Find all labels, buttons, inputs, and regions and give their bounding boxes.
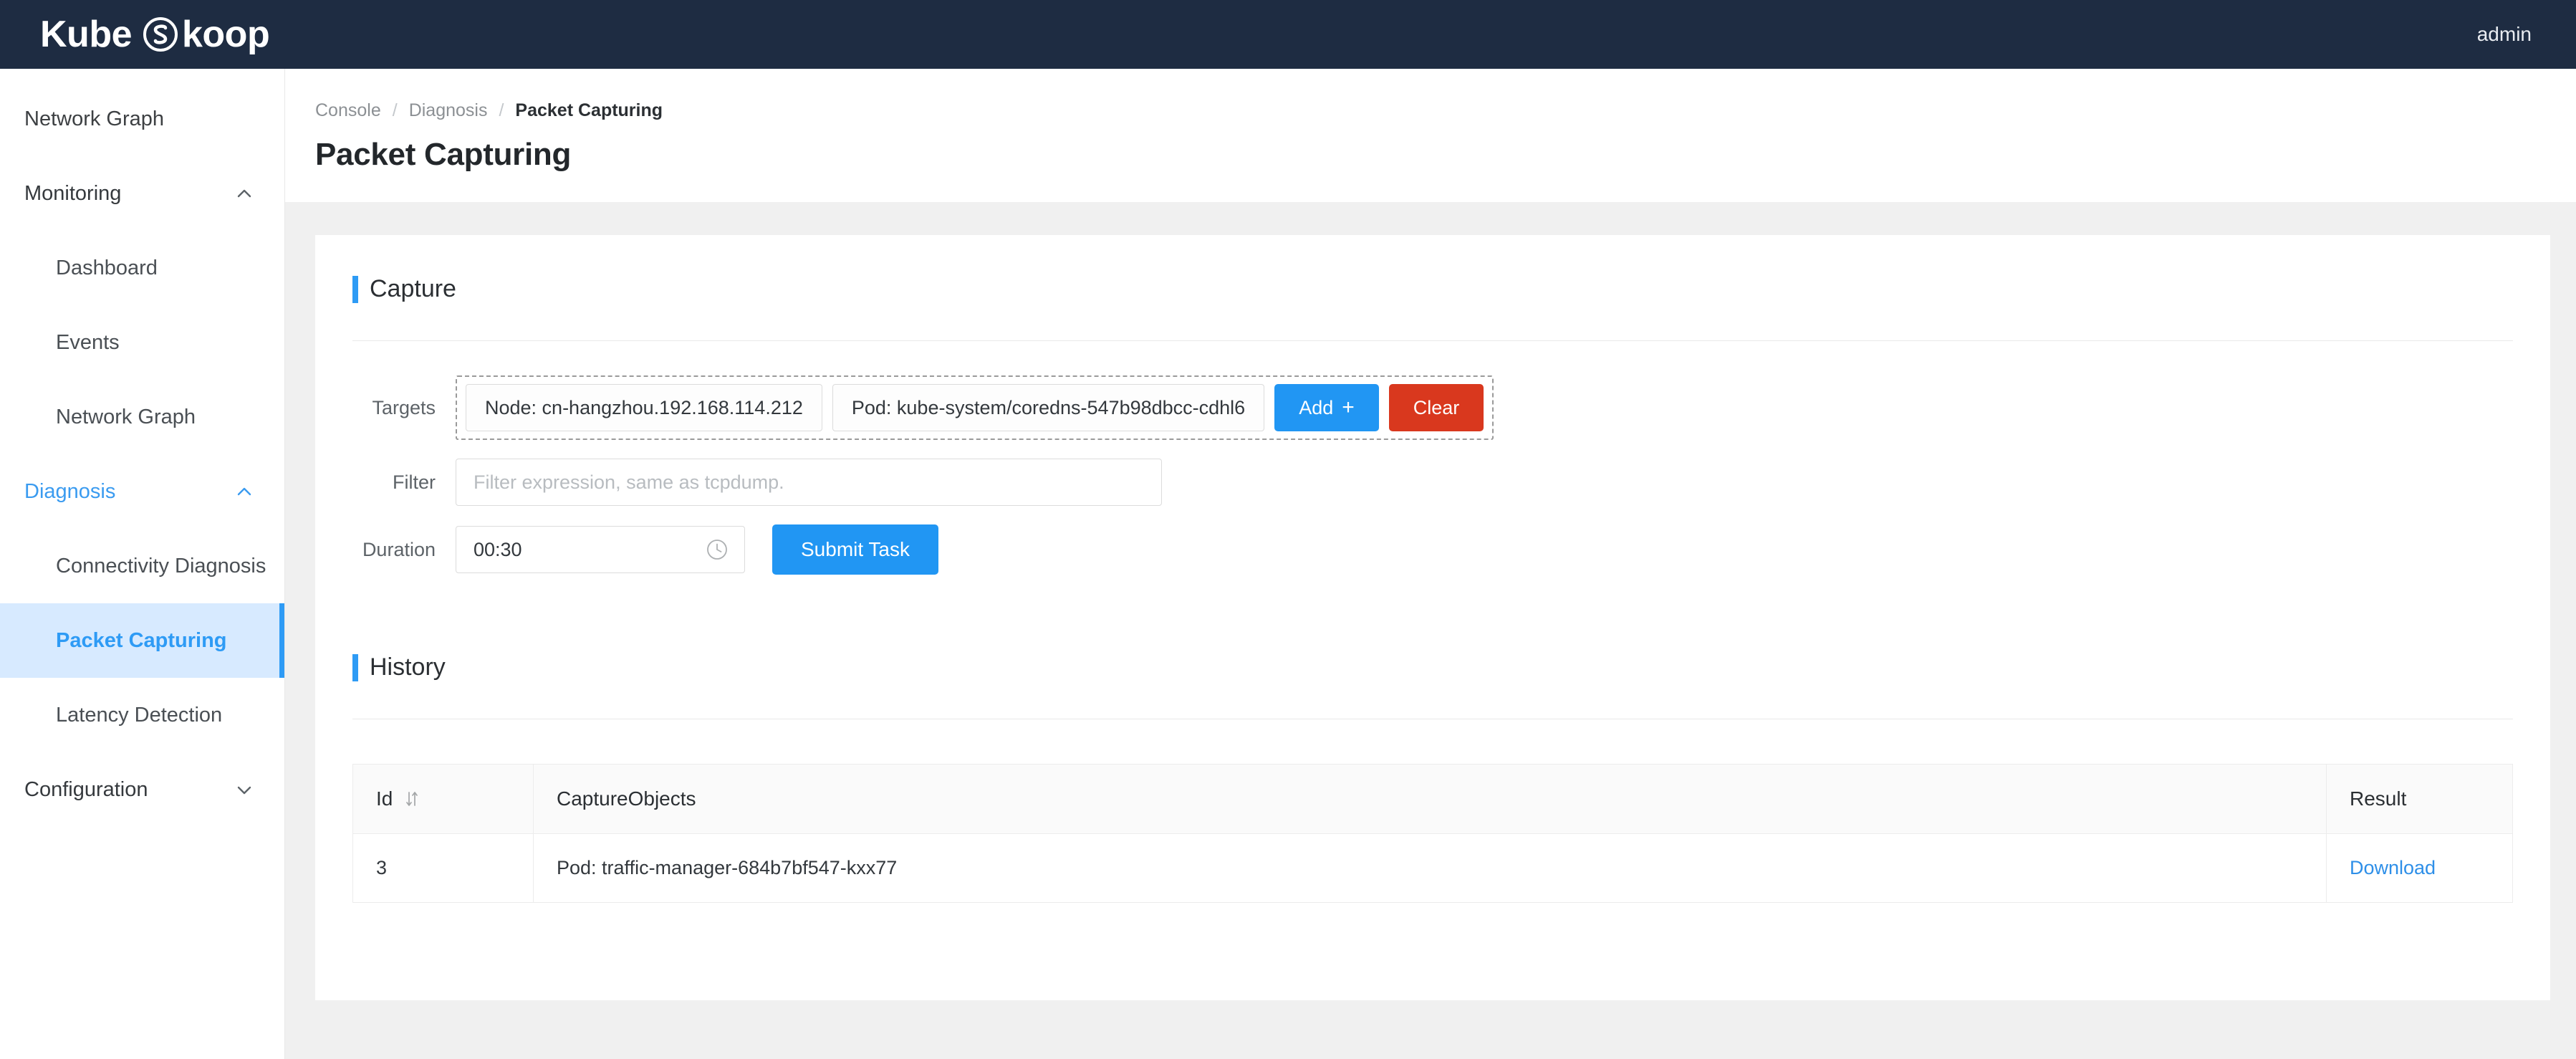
sidebar-item-dashboard[interactable]: Dashboard — [0, 231, 284, 305]
sidebar-item-network-graph[interactable]: Network Graph — [0, 82, 284, 156]
capture-section-title: Capture — [370, 275, 456, 303]
chevron-up-icon — [234, 183, 254, 203]
sidebar-item-label: Events — [56, 331, 120, 355]
sidebar-item-label: Packet Capturing — [56, 629, 227, 653]
history-table-body: 3 Pod: traffic-manager-684b7bf547-kxx77 … — [353, 834, 2513, 903]
chevron-down-icon — [234, 780, 254, 800]
targets-container[interactable]: Node: cn-hangzhou.192.168.114.212 Pod: k… — [456, 375, 1494, 440]
skoop-s-icon — [142, 16, 179, 53]
cell-id: 3 — [353, 834, 534, 903]
capture-section: Capture Targets Node: cn-hangzhou.192.16… — [315, 235, 2550, 575]
add-button-label: Add — [1299, 397, 1333, 419]
sidebar-item-label: Dashboard — [56, 257, 158, 280]
column-header-id[interactable]: Id — [353, 765, 534, 834]
duration-value: 00:30 — [474, 539, 522, 561]
plus-icon: + — [1342, 397, 1355, 418]
logo-text-left: Kube — [40, 13, 132, 56]
sidebar-group-diagnosis[interactable]: Diagnosis — [0, 454, 284, 529]
sort-updown-icon[interactable] — [404, 790, 420, 808]
add-target-button[interactable]: Add + — [1274, 384, 1379, 431]
user-menu[interactable]: admin — [2477, 23, 2532, 46]
section-accent-bar — [352, 276, 358, 303]
logo-text-right: koop — [182, 13, 269, 56]
filter-row: Filter Filter expression, same as tcpdum… — [352, 459, 2513, 506]
chevron-up-icon — [234, 481, 254, 502]
clear-targets-button[interactable]: Clear — [1389, 384, 1484, 431]
history-section-title: History — [370, 653, 446, 681]
history-table: Id CaptureObjects Result — [352, 764, 2513, 903]
sidebar-group-label: Diagnosis — [24, 480, 115, 504]
target-tag-pod[interactable]: Pod: kube-system/coredns-547b98dbcc-cdhl… — [832, 384, 1264, 431]
sidebar-item-events[interactable]: Events — [0, 305, 284, 380]
targets-row: Targets Node: cn-hangzhou.192.168.114.21… — [352, 375, 2513, 440]
content-area: Capture Targets Node: cn-hangzhou.192.16… — [285, 202, 2576, 1059]
target-tag-node[interactable]: Node: cn-hangzhou.192.168.114.212 — [466, 384, 822, 431]
sidebar-item-latency-detection[interactable]: Latency Detection — [0, 678, 284, 752]
cell-capture-objects: Pod: traffic-manager-684b7bf547-kxx77 — [534, 834, 2327, 903]
history-table-wrapper: Id CaptureObjects Result — [315, 719, 2550, 903]
section-accent-bar — [352, 654, 358, 681]
download-link[interactable]: Download — [2350, 857, 2436, 878]
top-bar: Kube koop admin — [0, 0, 2576, 69]
sidebar-item-packet-capturing[interactable]: Packet Capturing — [0, 603, 284, 678]
sidebar-group-configuration[interactable]: Configuration — [0, 752, 284, 827]
sidebar-item-label: Latency Detection — [56, 704, 222, 727]
breadcrumb-item-packet-capturing: Packet Capturing — [515, 100, 663, 121]
filter-label: Filter — [352, 471, 456, 494]
duration-row: Duration 00:30 Submit Task — [352, 524, 2513, 575]
filter-input[interactable]: Filter expression, same as tcpdump. — [456, 459, 1162, 506]
capture-section-header: Capture — [352, 235, 2513, 303]
sidebar-group-monitoring[interactable]: Monitoring — [0, 156, 284, 231]
sidebar-item-label: Network Graph — [56, 406, 196, 429]
column-header-capture-objects: CaptureObjects — [534, 765, 2327, 834]
history-section: History — [315, 593, 2550, 719]
breadcrumb: Console / Diagnosis / Packet Capturing — [315, 100, 2576, 121]
breadcrumb-separator: / — [393, 100, 398, 121]
column-header-id-label: Id — [376, 787, 393, 810]
duration-input[interactable]: 00:30 — [456, 526, 745, 573]
breadcrumb-item-diagnosis[interactable]: Diagnosis — [409, 100, 488, 121]
sidebar-item-label: Network Graph — [24, 107, 164, 131]
sidebar-item-connectivity-diagnosis[interactable]: Connectivity Diagnosis — [0, 529, 284, 603]
breadcrumb-item-console[interactable]: Console — [315, 100, 381, 121]
column-header-result: Result — [2327, 765, 2513, 834]
filter-input-placeholder: Filter expression, same as tcpdump. — [474, 471, 784, 494]
clock-icon[interactable] — [706, 538, 729, 561]
page-title: Packet Capturing — [315, 137, 2576, 173]
sidebar-item-network-graph-sub[interactable]: Network Graph — [0, 380, 284, 454]
table-header-row: Id CaptureObjects Result — [353, 765, 2513, 834]
breadcrumb-separator: / — [499, 100, 504, 121]
sidebar-item-label: Connectivity Diagnosis — [56, 555, 266, 578]
duration-label: Duration — [352, 539, 456, 561]
history-section-header: History — [352, 653, 2513, 681]
cell-result: Download — [2327, 834, 2513, 903]
main-card: Capture Targets Node: cn-hangzhou.192.16… — [315, 235, 2550, 1000]
page-header: Console / Diagnosis / Packet Capturing P… — [285, 69, 2576, 202]
app-logo[interactable]: Kube koop — [40, 13, 269, 56]
sidebar-group-label: Monitoring — [24, 182, 121, 206]
sidebar: Network Graph Monitoring Dashboard Event… — [0, 69, 285, 1059]
history-table-head: Id CaptureObjects Result — [353, 765, 2513, 834]
submit-task-button[interactable]: Submit Task — [772, 524, 938, 575]
capture-form: Targets Node: cn-hangzhou.192.168.114.21… — [352, 341, 2513, 575]
table-row[interactable]: 3 Pod: traffic-manager-684b7bf547-kxx77 … — [353, 834, 2513, 903]
sidebar-group-label: Configuration — [24, 778, 148, 802]
targets-label: Targets — [352, 397, 456, 419]
